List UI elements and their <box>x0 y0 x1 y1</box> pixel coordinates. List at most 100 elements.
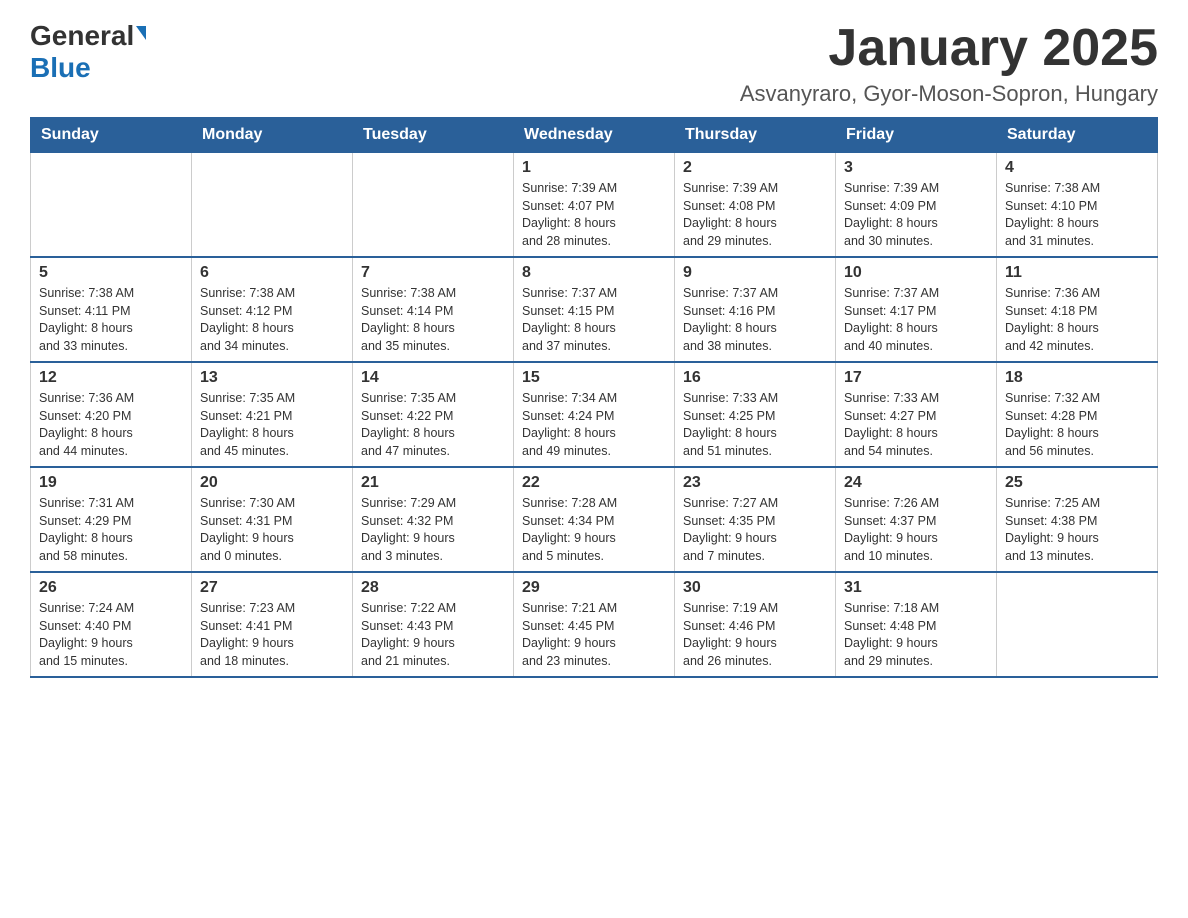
calendar-day-cell: 26 Sunrise: 7:24 AMSunset: 4:40 PMDayligh… <box>31 572 192 677</box>
day-number: 10 <box>844 264 988 282</box>
day-number: 19 <box>39 474 183 492</box>
day-number: 11 <box>1005 264 1149 282</box>
day-number: 22 <box>522 474 666 492</box>
day-info: Sunrise: 7:38 AMSunset: 4:10 PMDaylight:… <box>1005 180 1149 250</box>
calendar-day-cell <box>31 153 192 258</box>
logo-triangle-icon <box>136 26 146 40</box>
day-number: 14 <box>361 369 505 387</box>
day-info: Sunrise: 7:36 AMSunset: 4:20 PMDaylight:… <box>39 390 183 460</box>
calendar-day-cell <box>997 572 1158 677</box>
day-number: 18 <box>1005 369 1149 387</box>
calendar-day-cell: 8 Sunrise: 7:37 AMSunset: 4:15 PMDaylight… <box>514 257 675 362</box>
day-info: Sunrise: 7:37 AMSunset: 4:15 PMDaylight:… <box>522 285 666 355</box>
day-info: Sunrise: 7:19 AMSunset: 4:46 PMDaylight:… <box>683 600 827 670</box>
day-info: Sunrise: 7:34 AMSunset: 4:24 PMDaylight:… <box>522 390 666 460</box>
calendar-day-cell: 10Sunrise: 7:37 AMSunset: 4:17 PMDayligh… <box>836 257 997 362</box>
day-number: 13 <box>200 369 344 387</box>
day-info: Sunrise: 7:23 AMSunset: 4:41 PMDaylight:… <box>200 600 344 670</box>
calendar-day-cell: 13 Sunrise: 7:35 AMSunset: 4:21 PMDayligh… <box>192 362 353 467</box>
day-info: Sunrise: 7:39 AMSunset: 4:08 PMDaylight:… <box>683 180 827 250</box>
day-info: Sunrise: 7:35 AMSunset: 4:21 PMDaylight:… <box>200 390 344 460</box>
calendar-day-cell: 2 Sunrise: 7:39 AMSunset: 4:08 PMDaylight… <box>675 153 836 258</box>
day-info: Sunrise: 7:28 AMSunset: 4:34 PMDaylight:… <box>522 495 666 565</box>
logo-general-text: General <box>30 20 134 52</box>
calendar-day-cell: 29Sunrise: 7:21 AMSunset: 4:45 PMDayligh… <box>514 572 675 677</box>
calendar-day-cell: 5 Sunrise: 7:38 AMSunset: 4:11 PMDaylight… <box>31 257 192 362</box>
calendar-week-row: 26 Sunrise: 7:24 AMSunset: 4:40 PMDayligh… <box>31 572 1158 677</box>
calendar-day-cell: 17Sunrise: 7:33 AMSunset: 4:27 PMDayligh… <box>836 362 997 467</box>
calendar-day-cell: 18 Sunrise: 7:32 AMSunset: 4:28 PMDayligh… <box>997 362 1158 467</box>
calendar-table: SundayMondayTuesdayWednesdayThursdayFrid… <box>30 117 1158 678</box>
calendar-day-cell: 12 Sunrise: 7:36 AMSunset: 4:20 PMDayligh… <box>31 362 192 467</box>
day-number: 23 <box>683 474 827 492</box>
month-year-title: January 2025 <box>740 20 1158 77</box>
calendar-day-cell: 27 Sunrise: 7:23 AMSunset: 4:41 PMDayligh… <box>192 572 353 677</box>
day-number: 4 <box>1005 159 1149 177</box>
calendar-day-cell <box>353 153 514 258</box>
day-number: 5 <box>39 264 183 282</box>
day-number: 31 <box>844 579 988 597</box>
calendar-day-cell: 7 Sunrise: 7:38 AMSunset: 4:14 PMDaylight… <box>353 257 514 362</box>
calendar-day-cell: 20 Sunrise: 7:30 AMSunset: 4:31 PMDayligh… <box>192 467 353 572</box>
calendar-day-cell: 21 Sunrise: 7:29 AMSunset: 4:32 PMDayligh… <box>353 467 514 572</box>
day-number: 20 <box>200 474 344 492</box>
day-info: Sunrise: 7:31 AMSunset: 4:29 PMDaylight:… <box>39 495 183 565</box>
day-number: 24 <box>844 474 988 492</box>
day-number: 27 <box>200 579 344 597</box>
day-info: Sunrise: 7:25 AMSunset: 4:38 PMDaylight:… <box>1005 495 1149 565</box>
calendar-day-cell: 1 Sunrise: 7:39 AMSunset: 4:07 PMDaylight… <box>514 153 675 258</box>
day-info: Sunrise: 7:24 AMSunset: 4:40 PMDaylight:… <box>39 600 183 670</box>
calendar-day-cell <box>192 153 353 258</box>
day-info: Sunrise: 7:39 AMSunset: 4:07 PMDaylight:… <box>522 180 666 250</box>
calendar-day-cell: 30 Sunrise: 7:19 AMSunset: 4:46 PMDayligh… <box>675 572 836 677</box>
calendar-day-cell: 16Sunrise: 7:33 AMSunset: 4:25 PMDayligh… <box>675 362 836 467</box>
day-number: 1 <box>522 159 666 177</box>
day-number: 6 <box>200 264 344 282</box>
calendar-day-cell: 28Sunrise: 7:22 AMSunset: 4:43 PMDayligh… <box>353 572 514 677</box>
calendar-day-cell: 31 Sunrise: 7:18 AMSunset: 4:48 PMDayligh… <box>836 572 997 677</box>
day-number: 25 <box>1005 474 1149 492</box>
day-number: 21 <box>361 474 505 492</box>
calendar-day-cell: 23 Sunrise: 7:27 AMSunset: 4:35 PMDayligh… <box>675 467 836 572</box>
day-info: Sunrise: 7:18 AMSunset: 4:48 PMDaylight:… <box>844 600 988 670</box>
calendar-week-row: 5 Sunrise: 7:38 AMSunset: 4:11 PMDaylight… <box>31 257 1158 362</box>
logo: General Blue <box>30 20 146 84</box>
day-info: Sunrise: 7:38 AMSunset: 4:14 PMDaylight:… <box>361 285 505 355</box>
day-info: Sunrise: 7:27 AMSunset: 4:35 PMDaylight:… <box>683 495 827 565</box>
day-of-week-header: Friday <box>836 118 997 153</box>
day-number: 15 <box>522 369 666 387</box>
day-of-week-header: Sunday <box>31 118 192 153</box>
day-info: Sunrise: 7:30 AMSunset: 4:31 PMDaylight:… <box>200 495 344 565</box>
day-info: Sunrise: 7:32 AMSunset: 4:28 PMDaylight:… <box>1005 390 1149 460</box>
day-of-week-header: Monday <box>192 118 353 153</box>
day-number: 30 <box>683 579 827 597</box>
day-number: 12 <box>39 369 183 387</box>
calendar-day-cell: 6 Sunrise: 7:38 AMSunset: 4:12 PMDaylight… <box>192 257 353 362</box>
calendar-week-row: 1 Sunrise: 7:39 AMSunset: 4:07 PMDaylight… <box>31 153 1158 258</box>
day-number: 26 <box>39 579 183 597</box>
day-info: Sunrise: 7:39 AMSunset: 4:09 PMDaylight:… <box>844 180 988 250</box>
day-number: 7 <box>361 264 505 282</box>
logo-blue-text: Blue <box>30 52 91 83</box>
day-of-week-header: Thursday <box>675 118 836 153</box>
location-subtitle: Asvanyraro, Gyor-Moson-Sopron, Hungary <box>740 81 1158 107</box>
page-header: General Blue January 2025 Asvanyraro, Gy… <box>30 20 1158 107</box>
day-info: Sunrise: 7:29 AMSunset: 4:32 PMDaylight:… <box>361 495 505 565</box>
day-info: Sunrise: 7:38 AMSunset: 4:12 PMDaylight:… <box>200 285 344 355</box>
calendar-day-cell: 22 Sunrise: 7:28 AMSunset: 4:34 PMDayligh… <box>514 467 675 572</box>
day-number: 2 <box>683 159 827 177</box>
calendar-day-cell: 11 Sunrise: 7:36 AMSunset: 4:18 PMDayligh… <box>997 257 1158 362</box>
day-info: Sunrise: 7:26 AMSunset: 4:37 PMDaylight:… <box>844 495 988 565</box>
calendar-day-cell: 4 Sunrise: 7:38 AMSunset: 4:10 PMDaylight… <box>997 153 1158 258</box>
day-info: Sunrise: 7:33 AMSunset: 4:25 PMDaylight:… <box>683 390 827 460</box>
calendar-week-row: 19 Sunrise: 7:31 AMSunset: 4:29 PMDayligh… <box>31 467 1158 572</box>
day-info: Sunrise: 7:36 AMSunset: 4:18 PMDaylight:… <box>1005 285 1149 355</box>
calendar-day-cell: 15 Sunrise: 7:34 AMSunset: 4:24 PMDayligh… <box>514 362 675 467</box>
day-info: Sunrise: 7:38 AMSunset: 4:11 PMDaylight:… <box>39 285 183 355</box>
calendar-header-row: SundayMondayTuesdayWednesdayThursdayFrid… <box>31 118 1158 153</box>
calendar-day-cell: 19 Sunrise: 7:31 AMSunset: 4:29 PMDayligh… <box>31 467 192 572</box>
day-number: 9 <box>683 264 827 282</box>
day-info: Sunrise: 7:37 AMSunset: 4:16 PMDaylight:… <box>683 285 827 355</box>
calendar-day-cell: 14Sunrise: 7:35 AMSunset: 4:22 PMDayligh… <box>353 362 514 467</box>
day-number: 8 <box>522 264 666 282</box>
